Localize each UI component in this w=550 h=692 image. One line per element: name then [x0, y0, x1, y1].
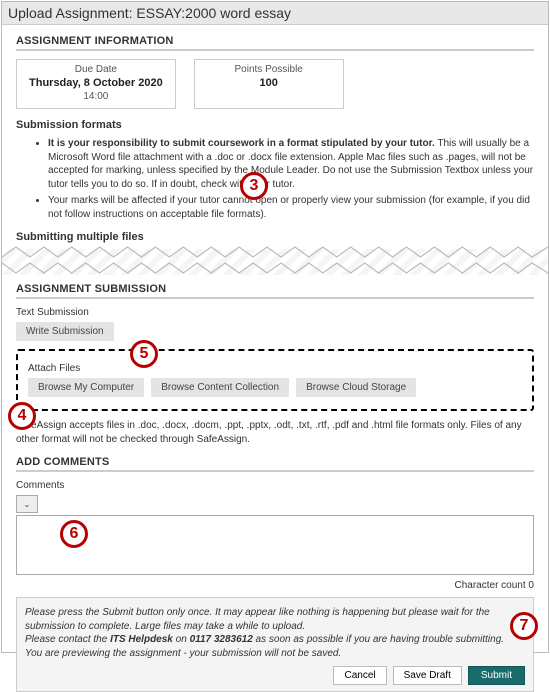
annotation-callout-7: 7 [510, 612, 538, 640]
attach-files-label: Attach Files [28, 363, 522, 374]
due-date-value: Thursday, 8 October 2020 [29, 75, 163, 91]
points-value: 100 [207, 75, 331, 91]
points-label: Points Possible [207, 64, 331, 75]
section-info-heading: ASSIGNMENT INFORMATION [16, 35, 534, 51]
comments-toolbar-dropdown[interactable]: ⌄ [16, 495, 38, 513]
comments-textarea[interactable] [16, 515, 534, 575]
submit-button[interactable]: Submit [468, 666, 525, 685]
formats-list: It is your responsibility to submit cour… [16, 137, 534, 221]
browse-cloud-storage-button[interactable]: Browse Cloud Storage [296, 378, 416, 397]
page-title: Upload Assignment: ESSAY:2000 word essay [2, 2, 548, 25]
footer-note: Please press the Submit button only once… [16, 597, 534, 692]
character-count: Character count 0 [16, 580, 534, 591]
comments-label: Comments [16, 480, 534, 491]
section-submission-heading: ASSIGNMENT SUBMISSION [16, 283, 534, 299]
browse-my-computer-button[interactable]: Browse My Computer [28, 378, 144, 397]
due-date-label: Due Date [29, 64, 163, 75]
annotation-callout-5: 5 [130, 340, 158, 368]
text-submission-label: Text Submission [16, 307, 534, 318]
annotation-callout-4: 4 [8, 402, 36, 430]
page-break-decoration [2, 249, 548, 275]
formats-bullet: Your marks will be affected if your tuto… [48, 194, 534, 221]
due-date-time: 14:00 [29, 91, 163, 102]
attach-files-region: Attach Files Browse My Computer Browse C… [16, 349, 534, 411]
chevron-down-icon: ⌄ [24, 500, 31, 509]
cancel-button[interactable]: Cancel [333, 666, 386, 685]
submission-formats-heading: Submission formats [16, 119, 534, 131]
safeassign-note: SafeAssign accepts files in .doc, .docx,… [16, 419, 534, 446]
save-draft-button[interactable]: Save Draft [393, 666, 462, 685]
annotation-callout-6: 6 [60, 520, 88, 548]
browse-content-collection-button[interactable]: Browse Content Collection [151, 378, 289, 397]
section-comments-heading: ADD COMMENTS [16, 456, 534, 472]
write-submission-button[interactable]: Write Submission [16, 322, 114, 341]
formats-bullet: It is your responsibility to submit cour… [48, 137, 534, 191]
multi-files-heading: Submitting multiple files [16, 231, 534, 243]
due-date-box: Due Date Thursday, 8 October 2020 14:00 [16, 59, 176, 109]
points-box: Points Possible 100 [194, 59, 344, 109]
annotation-callout-3: 3 [240, 172, 268, 200]
